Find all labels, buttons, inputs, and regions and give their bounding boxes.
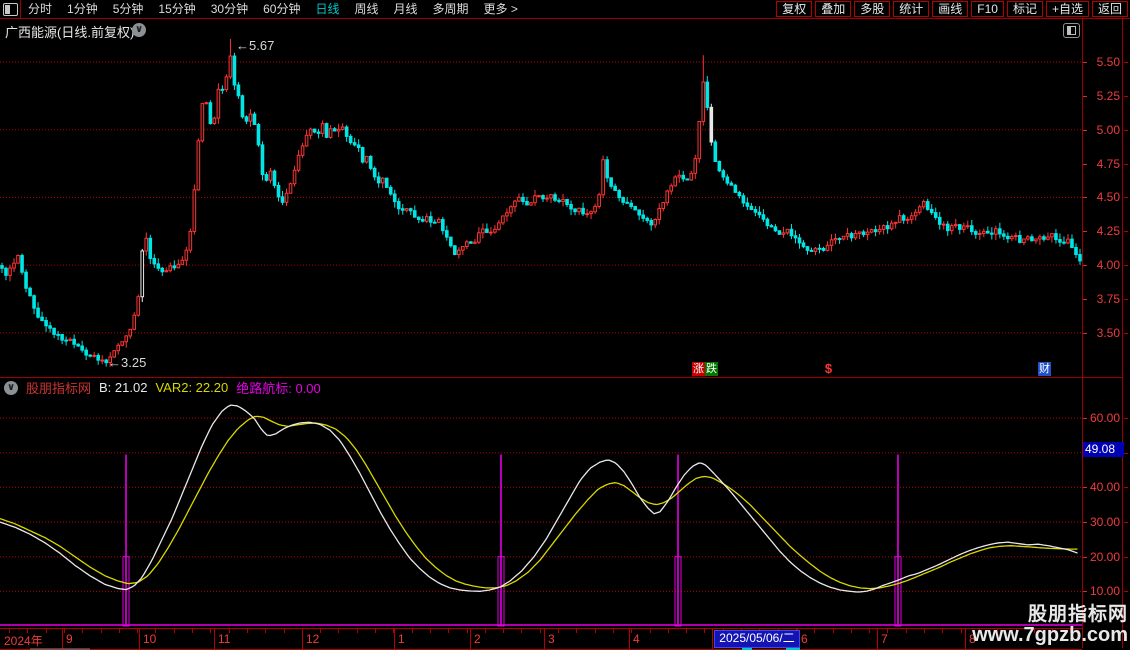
time-axis-label: 7	[881, 632, 888, 646]
toolbar-button-5[interactable]: F10	[971, 1, 1004, 17]
price-tick-label: 3.75	[1084, 292, 1120, 306]
current-value-box: 49.08	[1083, 442, 1124, 457]
indicator-tick-label: 30.00	[1084, 515, 1120, 529]
time-axis-label: 10	[143, 632, 156, 646]
toolbar-buttons: 复权叠加多股统计画线F10标记+自选返回	[776, 1, 1128, 17]
time-axis-label: 9	[66, 632, 73, 646]
menu-item-8[interactable]: 月线	[394, 0, 418, 18]
window-split-icon[interactable]	[3, 3, 18, 16]
indicator-tick-label: 10.00	[1084, 584, 1120, 598]
price-tick-label: 5.25	[1084, 89, 1120, 103]
price-tick-label: 4.00	[1084, 258, 1120, 272]
price-tick-label: 5.00	[1084, 123, 1120, 137]
toolbar-divider	[20, 0, 21, 18]
time-axis[interactable]: 2024年91011121234678	[0, 628, 1082, 650]
toolbar-button-1[interactable]: 叠加	[815, 1, 851, 17]
month-separator	[470, 629, 471, 649]
low-annotation: ←3.25	[108, 355, 146, 370]
finance-badge[interactable]: 财	[1038, 362, 1051, 376]
month-separator	[139, 629, 140, 649]
time-axis-label: 11	[218, 632, 230, 646]
toolbar-button-2[interactable]: 多股	[854, 1, 890, 17]
month-separator	[965, 629, 966, 649]
time-axis-label: 4	[633, 632, 640, 646]
menu-item-2[interactable]: 5分钟	[113, 0, 144, 18]
watermark-url: www.7gpzb.com	[972, 625, 1128, 646]
period-menu: 分时 1分钟 5分钟 15分钟 30分钟 60分钟日线周线月线多周期更多 >	[28, 0, 518, 18]
price-tick-label: 3.50	[1084, 326, 1120, 340]
month-separator	[62, 629, 63, 649]
time-axis-label: 2	[474, 632, 481, 646]
toolbar-button-3[interactable]: 统计	[893, 1, 929, 17]
toolbar-button-7[interactable]: +自选	[1046, 1, 1089, 17]
menu-item-5[interactable]: 60分钟	[263, 0, 300, 18]
month-separator	[544, 629, 545, 649]
time-axis-label: 1	[398, 632, 405, 646]
time-axis-label: 2024年	[4, 632, 43, 649]
indicator-tick-label: 20.00	[1084, 550, 1120, 564]
menu-item-9[interactable]: 多周期	[433, 0, 469, 18]
high-annotation: ←5.67	[236, 38, 274, 53]
toolbar-button-8[interactable]: 返回	[1092, 1, 1128, 17]
time-axis-label: 6	[801, 632, 808, 646]
up-badge[interactable]: 涨	[692, 362, 705, 376]
menu-item-3[interactable]: 15分钟	[158, 0, 195, 18]
month-separator	[877, 629, 878, 649]
axis-right-border	[1122, 19, 1123, 648]
menu-item-7[interactable]: 周线	[354, 0, 378, 18]
time-axis-label: 3	[548, 632, 555, 646]
down-badge[interactable]: 跌	[705, 362, 718, 376]
price-tick-label: 4.25	[1084, 224, 1120, 238]
menu-item-10[interactable]: 更多 >	[484, 0, 518, 18]
month-separator	[214, 629, 215, 649]
price-tick-label: 4.50	[1084, 190, 1120, 204]
watermark-site-name: 股朋指标网	[972, 604, 1128, 625]
toolbar-button-6[interactable]: 标记	[1007, 1, 1043, 17]
toolbar-button-4[interactable]: 画线	[932, 1, 968, 17]
price-tick-label: 4.75	[1084, 157, 1120, 171]
menu-item-6[interactable]: 日线	[315, 0, 339, 18]
time-axis-label: 12	[306, 632, 319, 646]
menu-item-1[interactable]: 1分钟	[67, 0, 98, 18]
indicator-tick-label: 40.00	[1084, 480, 1120, 494]
menu-item-0[interactable]: 分时	[28, 0, 52, 18]
candles	[1, 39, 1082, 367]
selected-date-box[interactable]: 2025/05/06/二	[714, 630, 800, 648]
month-separator	[629, 629, 630, 649]
menu-item-4[interactable]: 30分钟	[211, 0, 248, 18]
money-icon[interactable]: $	[822, 362, 835, 376]
price-tick-label: 5.50	[1084, 55, 1120, 69]
toolbar: 分时 1分钟 5分钟 15分钟 30分钟 60分钟日线周线月线多周期更多 > 复权叠加多股…	[0, 0, 1130, 19]
toolbar-button-0[interactable]: 复权	[776, 1, 812, 17]
indicator-chart[interactable]	[0, 378, 1082, 627]
candlestick-chart[interactable]: ←5.67 ←3.25	[0, 19, 1082, 377]
indicator-tick-label: 60.00	[1084, 411, 1120, 425]
watermark: 股朋指标网 www.7gpzb.com	[972, 604, 1128, 646]
month-separator	[712, 629, 713, 649]
